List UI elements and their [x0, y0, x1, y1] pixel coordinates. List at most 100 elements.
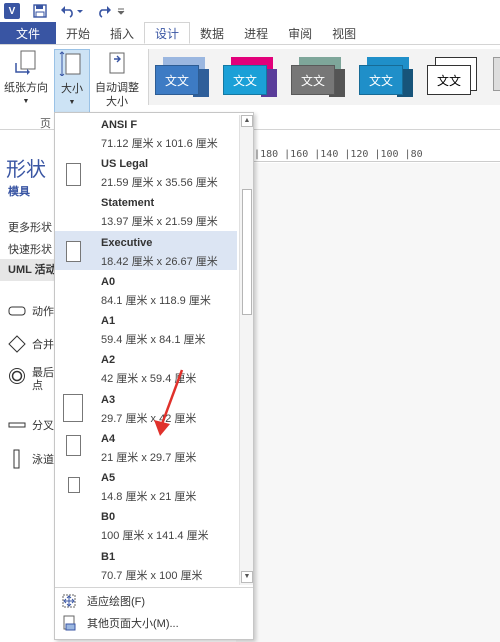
page-thumbnail-icon — [66, 435, 81, 456]
stencil-label: 最后点 — [32, 367, 54, 393]
page-size-a4[interactable]: A4 21 厘米 x 29.7 厘米 — [55, 427, 237, 466]
page-setup-icon — [63, 615, 76, 631]
theme-thumbnail[interactable]: 文文 — [153, 53, 215, 101]
auto-fit-label-1: 自动调整 — [95, 82, 139, 94]
horizontal-ruler[interactable]: 00 |180 |160 |140 |120 |100 |80 — [236, 148, 500, 162]
page-thumbnail-icon — [68, 477, 80, 493]
page-size-name: A3 — [101, 394, 116, 406]
theme-back-shape — [493, 57, 500, 91]
page-size-dims: 21.59 厘米 x 35.56 厘米 — [101, 177, 218, 189]
stencil-final-node[interactable]: 最后点 — [8, 367, 54, 393]
page-size-name: ANSI F — [101, 119, 138, 131]
stencil-label: 合并 — [32, 339, 54, 351]
save-icon[interactable] — [32, 3, 48, 19]
rounded-rect-icon — [8, 306, 26, 316]
orientation-button[interactable]: 纸张方向 ▼ — [2, 49, 50, 109]
dropdown-arrow-icon[interactable] — [76, 3, 84, 19]
swimlane-icon — [13, 449, 20, 469]
tab-insert[interactable]: 插入 — [100, 22, 144, 44]
uml-activity-stencil[interactable]: UML 活动 — [0, 259, 60, 281]
tab-design[interactable]: 设计 — [144, 22, 191, 44]
theme-thumbnail[interactable] — [493, 53, 500, 101]
stencils-tab[interactable]: 模具 — [8, 183, 30, 199]
ribbon-tabs: 文件 开始 插入 设计 数据 进程 审阅 视图 — [0, 22, 500, 44]
tab-data[interactable]: 数据 — [190, 22, 234, 44]
size-label: 大小 — [61, 83, 83, 95]
page-size-name: B1 — [101, 551, 116, 563]
more-shapes-link[interactable]: 更多形状 — [8, 219, 52, 235]
auto-fit-button[interactable]: 自动调整 大小 — [92, 49, 142, 109]
page-size-dims: 14.8 厘米 x 21 厘米 — [101, 491, 197, 503]
page-size-dims: 21 厘米 x 29.7 厘米 — [101, 452, 197, 464]
customize-toolbar-icon[interactable] — [116, 3, 126, 19]
annotation-arrow — [154, 369, 184, 436]
page-size-a3[interactable]: A3 29.7 厘米 x 42 厘米 — [55, 388, 237, 427]
page-thumbnail-icon — [63, 394, 83, 422]
scroll-thumb[interactable] — [242, 189, 252, 315]
page-size-name: US Legal — [101, 158, 149, 170]
scroll-up-icon[interactable]: ▲ — [241, 115, 253, 127]
fork-bar-icon — [8, 422, 26, 428]
theme-thumbnail[interactable]: 文文 — [289, 53, 351, 101]
stencil-label: 动作 — [32, 306, 54, 318]
theme-front-shape: 文文 — [291, 65, 335, 95]
tab-process[interactable]: 进程 — [234, 22, 278, 44]
drawing-canvas[interactable] — [236, 163, 500, 642]
stencil-label: 泳道 — [32, 454, 54, 466]
page-size-us-legal[interactable]: US Legal 21.59 厘米 x 35.56 厘米 — [55, 152, 237, 191]
auto-fit-icon — [109, 52, 125, 74]
stencil-merge[interactable]: 合并 — [8, 335, 54, 353]
page-size-b1[interactable]: B1 70.7 厘米 x 100 厘米 — [55, 545, 237, 584]
stencil-label: 分叉 — [32, 420, 54, 432]
redo-icon[interactable] — [96, 3, 112, 19]
visio-app-icon[interactable]: V — [4, 3, 20, 19]
page-size-executive[interactable]: Executive 18.42 厘米 x 26.67 厘米 — [55, 231, 237, 270]
more-page-sizes-command[interactable]: 其他页面大小(M)... — [59, 613, 251, 633]
theme-front-shape: 文文 — [359, 65, 403, 95]
tab-home[interactable]: 开始 — [56, 22, 100, 44]
page-size-name: Statement — [101, 197, 155, 209]
fit-to-drawing-icon — [62, 594, 76, 608]
dropdown-scrollbar[interactable]: ▲ ▼ — [239, 115, 253, 585]
page-size-dims: 59.4 厘米 x 84.1 厘米 — [101, 334, 206, 346]
fit-to-drawing-command[interactable]: 适应绘图(F) — [59, 591, 251, 611]
size-button[interactable]: 大小 ▼ — [54, 49, 90, 113]
stencil-swimlane[interactable]: 泳道 — [8, 449, 54, 469]
page-size-name: B0 — [101, 511, 116, 523]
tab-file[interactable]: 文件 — [0, 22, 56, 44]
shapes-pane-title: 形状 — [6, 159, 46, 181]
stencil-label-line: 点 — [32, 380, 43, 392]
chevron-down-icon: ▼ — [22, 98, 30, 105]
title-bar: V — [0, 0, 500, 22]
stencil-fork[interactable]: 分叉 — [8, 417, 54, 433]
page-size-dims: 13.97 厘米 x 21.59 厘米 — [101, 216, 218, 228]
shapes-pane: 形状 模具 更多形状 快速形状 UML 活动 动作 合并 最后点 分叉 泳道 — [0, 131, 60, 642]
page-size-a5[interactable]: A5 14.8 厘米 x 21 厘米 — [55, 466, 237, 505]
tab-review[interactable]: 审阅 — [278, 22, 322, 44]
page-orientation-icon — [15, 50, 36, 75]
fit-to-drawing-label: 适应绘图(F) — [87, 596, 146, 608]
page-size-dims: 18.42 厘米 x 26.67 厘米 — [101, 256, 218, 268]
page-size-list: ANSI F 71.12 厘米 x 101.6 厘米 US Legal 21.5… — [55, 113, 237, 587]
undo-icon[interactable] — [60, 3, 76, 19]
page-size-ansi-f[interactable]: ANSI F 71.12 厘米 x 101.6 厘米 — [55, 113, 237, 152]
page-size-dims: 84.1 厘米 x 118.9 厘米 — [101, 295, 211, 307]
theme-thumbnail[interactable]: 文文 — [221, 53, 283, 101]
page-size-a0[interactable]: A0 84.1 厘米 x 118.9 厘米 — [55, 270, 237, 309]
theme-thumbnail[interactable]: 文文 — [357, 53, 419, 101]
theme-front-shape: 文文 — [155, 65, 199, 95]
page-size-icon — [59, 51, 81, 77]
page-size-a1[interactable]: A1 59.4 厘米 x 84.1 厘米 — [55, 309, 237, 348]
page-setup-group-label: 页 — [40, 118, 51, 130]
theme-thumbnail[interactable]: 文文 — [425, 53, 487, 101]
final-node-icon — [9, 368, 25, 384]
page-size-statement[interactable]: Statement 13.97 厘米 x 21.59 厘米 — [55, 191, 237, 230]
stencil-action[interactable]: 动作 — [8, 303, 54, 319]
quick-shapes-link[interactable]: 快速形状 — [8, 241, 52, 257]
page-size-b0[interactable]: B0 100 厘米 x 141.4 厘米 — [55, 505, 237, 544]
page-size-a2[interactable]: A2 42 厘米 x 59.4 厘米 — [55, 348, 237, 387]
tab-view[interactable]: 视图 — [322, 22, 366, 44]
page-size-dims: 100 厘米 x 141.4 厘米 — [101, 530, 209, 542]
scroll-down-icon[interactable]: ▼ — [241, 571, 253, 583]
more-page-sizes-label: 其他页面大小(M)... — [87, 618, 179, 630]
